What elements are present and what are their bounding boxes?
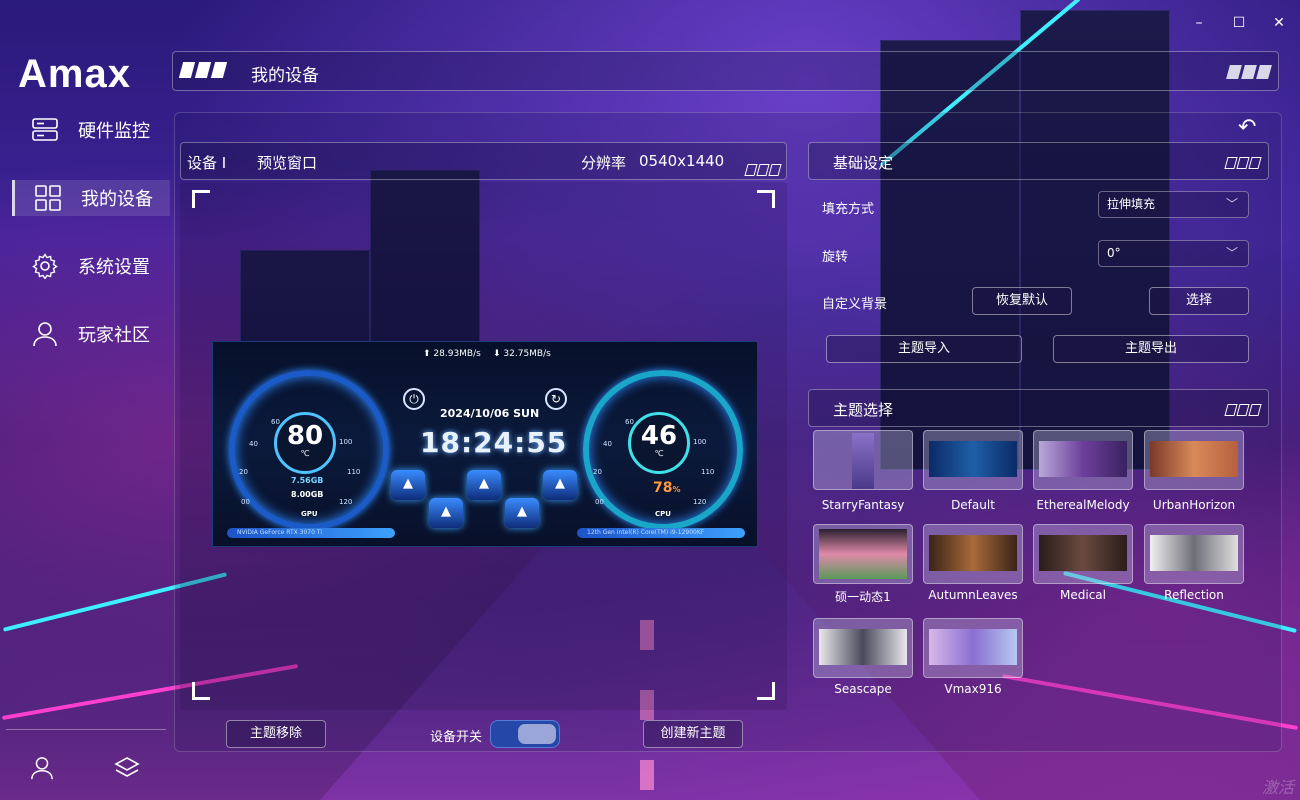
choose-button[interactable]: 选择 [1149,287,1249,315]
stripes-logo-icon [178,62,228,82]
theme-select-header: 主题选择 [808,389,1269,427]
rotation-select[interactable]: 0° ﹀ [1098,240,1249,267]
watermark-text: 激活 [1261,778,1294,797]
cpu-model-bar: 12th Gen Intel(R) Core(TM) i9-12900KF [577,528,745,538]
theme-import-button[interactable]: 主题导入 [826,335,1022,363]
power-icon: ⏻ [403,388,425,410]
theme-reflection[interactable]: Reflection [1144,524,1244,602]
gpu-label: GPU [301,510,318,518]
user-icon[interactable] [30,756,54,784]
chevron-down-icon: ﹀ [1225,197,1238,211]
theme-seascape[interactable]: Seascape [813,618,913,696]
theme-urbanhorizon[interactable]: UrbanHorizon [1144,430,1244,512]
preview-clock: 18:24:55 [420,426,568,459]
cpu-usage: 78% [653,480,681,496]
sidebar-item-hardware-monitor[interactable]: 硬件监控 [12,112,170,148]
fill-mode-label: 填充方式 [822,202,875,217]
resolution-label: 分辨率 [581,154,627,172]
theme-vmax916[interactable]: Vmax916 [923,618,1023,696]
basic-settings-header: 基础设定 [808,142,1269,180]
rotation-label: 旋转 [822,250,849,265]
stripes-brand-icon [1226,64,1272,83]
resolution-value: 0540x1440 [639,152,725,170]
page-header: 我的设备 [172,51,1279,91]
cpu-gauge: 00 20 40 60 80 100 110 120 46 ℃ 78% CPU [583,370,743,530]
preview-date: 2024/10/06 SUN [440,407,540,420]
theme-etherealmelody[interactable]: EtherealMelody [1033,430,1133,512]
sidebar-item-system-settings[interactable]: 系统设置 [12,248,170,284]
upload-speed: ⬆ 28.93MB/s [423,349,481,359]
device-label[interactable]: 设备 I [187,152,226,173]
gpu-mem-total: 8.00GB [291,490,324,499]
theme-dynamic-1[interactable]: 硕一动态1 [813,524,913,605]
device-panel-header: 设备 I 预览窗口 分辨率 0540x1440 [180,142,787,180]
section-title: 主题选择 [833,401,894,419]
create-theme-button[interactable]: 创建新主题 [643,720,743,748]
section-title: 基础设定 [833,154,894,172]
theme-starryfantasy[interactable]: StarryFantasy [813,430,913,512]
chevron-down-icon: ﹀ [1225,246,1238,260]
sidebar-item-label: 我的设备 [81,189,153,210]
device-switch-label: 设备开关 [430,730,483,745]
fan-icon: ▲ [543,470,577,500]
gpu-mem-used: 7.56GB [291,476,324,485]
gpu-temp: 80 [286,421,324,451]
cpu-label: CPU [655,510,671,518]
device-switch-toggle[interactable] [490,720,560,748]
sidebar-item-label: 硬件监控 [78,121,150,142]
refresh-icon: ↻ [545,388,567,410]
restore-default-button[interactable]: 恢复默认 [972,287,1072,315]
fan-icon: ▲ [467,470,501,500]
fan-icon: ▲ [391,470,425,500]
theme-medical[interactable]: Medical [1033,524,1133,602]
page-title: 我的设备 [251,66,319,86]
fan-icon: ▲ [505,498,539,528]
user-icon [32,321,58,347]
preview-label: 预览窗口 [257,154,318,172]
download-speed: ⬇ 32.75MB/s [493,349,551,359]
tag-icon [1224,155,1262,173]
sidebar-item-label: 玩家社区 [78,325,150,346]
fan-icon: ▲ [429,498,463,528]
server-icon [32,117,58,143]
app-logo: Amax [18,52,131,96]
theme-autumnleaves[interactable]: AutumnLeaves [923,524,1023,602]
sidebar-divider [6,729,166,730]
custom-background-label: 自定义背景 [822,297,888,312]
layers-icon[interactable] [114,756,140,784]
minimize-button[interactable]: – [1192,16,1206,30]
sidebar-item-community[interactable]: 玩家社区 [12,316,170,352]
theme-export-button[interactable]: 主题导出 [1053,335,1249,363]
remove-theme-button[interactable]: 主题移除 [226,720,326,748]
close-button[interactable]: ✕ [1272,16,1286,30]
theme-default[interactable]: Default [923,430,1023,512]
sidebar-item-label: 系统设置 [78,257,150,278]
grid-icon [35,185,61,211]
cpu-temp: 46 [640,421,678,451]
back-arrow-icon[interactable]: ↶ [1238,115,1256,140]
maximize-button[interactable]: ☐ [1232,16,1246,30]
gpu-gauge: 00 20 40 60 80 100 110 120 80 ℃ 7.56GB 8… [229,370,389,530]
fill-mode-select[interactable]: 拉伸填充 ﹀ [1098,191,1249,218]
sidebar-item-my-devices[interactable]: 我的设备 [12,180,170,216]
gear-icon [32,253,58,279]
gpu-model-bar: NVIDIA GeForce RTX 3070 Ti [227,528,395,538]
tag-icon [1224,402,1262,420]
